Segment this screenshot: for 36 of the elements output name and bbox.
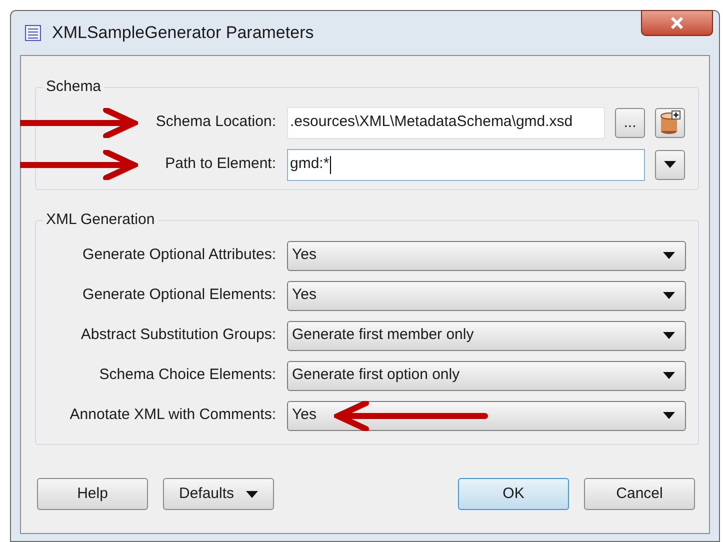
add-database-button[interactable]: [655, 108, 685, 138]
caret-icon: [663, 372, 675, 379]
close-button[interactable]: [641, 10, 713, 36]
field-label: Schema Choice Elements:: [98, 365, 276, 386]
field-label: Path to Element:: [164, 154, 276, 174]
dialog-button[interactable]: Cancel: [584, 478, 695, 510]
menu-button[interactable]: Defaults: [163, 478, 274, 510]
dropdown-button[interactable]: [655, 150, 685, 180]
caret-icon: [664, 161, 676, 168]
caret-icon: [663, 292, 675, 299]
dropdown-select[interactable]: Yes: [287, 400, 686, 430]
field-label: Generate Optional Elements:: [82, 285, 276, 306]
window-title: XMLSampleGenerator Parameters: [52, 22, 314, 44]
field-label: Abstract Substitution Groups:: [80, 325, 276, 346]
field-label: Schema Location:: [154, 112, 276, 132]
caret-icon: [663, 412, 675, 419]
caret-icon: [246, 490, 258, 498]
dropdown-select[interactable]: Yes: [287, 240, 686, 270]
group-title: Schema: [45, 77, 102, 97]
dialog-button[interactable]: Help: [37, 478, 148, 510]
text-cursor: [330, 156, 332, 174]
group-title: XML Generation: [45, 210, 156, 230]
field-label: Generate Optional Attributes:: [82, 245, 276, 266]
dropdown-select[interactable]: Yes: [287, 280, 686, 310]
dropdown-select[interactable]: Generate first member only: [287, 320, 686, 350]
file-path-field[interactable]: .esources\XML\MetadataSchema\gmd.xsd: [287, 106, 605, 138]
browse-button[interactable]: ...: [615, 108, 645, 138]
caret-icon: [663, 252, 675, 259]
database-plus-icon: [659, 110, 681, 136]
path-input-field[interactable]: gmd:*: [287, 148, 645, 180]
dialog-button[interactable]: OK: [458, 478, 569, 510]
caret-icon: [663, 332, 675, 339]
document-icon: [24, 24, 42, 42]
close-icon: [670, 17, 684, 29]
field-label: Annotate XML with Comments:: [68, 405, 276, 426]
dropdown-select[interactable]: Generate first option only: [287, 360, 686, 390]
